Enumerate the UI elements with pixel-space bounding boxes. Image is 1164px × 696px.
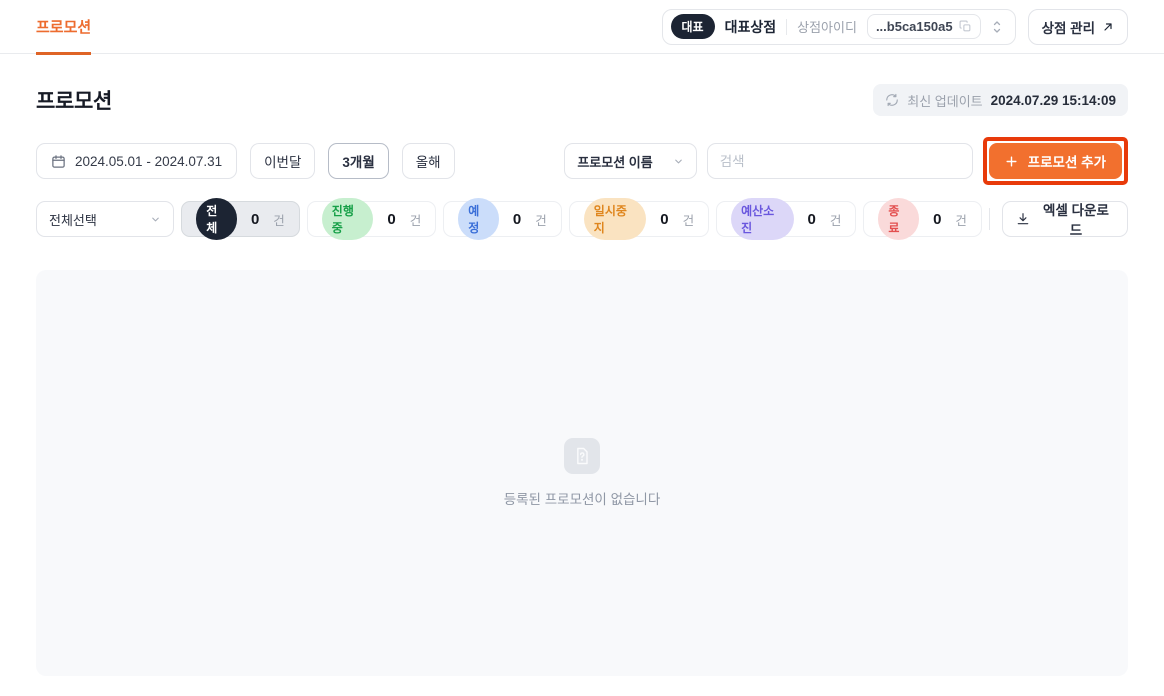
status-card-paused[interactable]: 일시중지 0 건 [569, 201, 709, 237]
search-field-select[interactable]: 프로모션 이름 [564, 143, 696, 179]
store-selector: 대표 대표상점 상점아이디 ...b5ca150a5 [662, 9, 1016, 45]
period-3-months-label: 3개월 [342, 151, 374, 171]
status-badge: 진행중 [322, 198, 374, 240]
calendar-icon [51, 154, 66, 169]
chevron-down-icon [150, 214, 161, 225]
top-navigation-bar: 프로모션 대표 대표상점 상점아이디 ...b5ca150a5 [0, 0, 1164, 54]
divider [786, 19, 787, 35]
promotion-list-empty-panel: 등록된 프로모션이 없습니다 [36, 270, 1128, 676]
status-card-all[interactable]: 전체 0 건 [181, 201, 300, 237]
download-icon [1016, 212, 1030, 226]
status-badge: 예정 [458, 198, 499, 240]
store-manage-button[interactable]: 상점 관리 [1028, 9, 1128, 45]
add-promotion-label: 프로모션 추가 [1028, 151, 1106, 171]
period-this-month-label: 이번달 [264, 151, 301, 171]
date-range-value: 2024.05.01 - 2024.07.31 [75, 154, 222, 169]
store-id-label: 상점아이디 [797, 17, 857, 36]
status-badge: 전체 [196, 198, 237, 240]
status-unit: 건 [683, 210, 695, 229]
status-count: 0 [660, 211, 668, 228]
search-group: 프로모션 이름 프로모션 추가 [564, 137, 1128, 185]
last-update-value: 2024.07.29 15:14:09 [991, 93, 1116, 108]
status-unit: 건 [955, 210, 967, 229]
status-unit: 건 [830, 210, 842, 229]
date-range-picker[interactable]: 2024.05.01 - 2024.07.31 [36, 143, 237, 179]
store-switch-chevrons-icon[interactable] [991, 19, 1003, 35]
add-promotion-highlight-box: 프로모션 추가 [983, 137, 1128, 185]
empty-document-icon [564, 438, 600, 474]
status-count: 0 [387, 211, 395, 228]
status-badge: 일시중지 [584, 198, 646, 240]
select-all-dropdown[interactable]: 전체선택 [36, 201, 174, 237]
copy-icon[interactable] [959, 20, 972, 33]
store-id-pill[interactable]: ...b5ca150a5 [867, 14, 981, 39]
status-card-in-progress[interactable]: 진행중 0 건 [307, 201, 436, 237]
refresh-icon[interactable] [885, 93, 899, 107]
plus-icon [1005, 155, 1018, 168]
status-card-scheduled[interactable]: 예정 0 건 [443, 201, 562, 237]
status-unit: 건 [535, 210, 547, 229]
period-button-this-year[interactable]: 올해 [402, 143, 455, 179]
main-content: 프로모션 최신 업데이트 2024.07.29 15:14:09 2024.05… [0, 54, 1164, 676]
status-badge: 종료 [878, 198, 919, 240]
status-filter-row: 전체선택 전체 0 건 진행중 0 건 예정 0 건 일시중지 0 건 예산소진… [36, 201, 1128, 237]
store-name: 대표상점 [725, 17, 777, 37]
tab-promotion-label: 프로모션 [36, 16, 91, 37]
last-update-label: 최신 업데이트 [907, 91, 982, 110]
status-unit: 건 [410, 210, 422, 229]
topbar-right-group: 대표 대표상점 상점아이디 ...b5ca150a5 상점 관리 [662, 9, 1129, 45]
excel-download-button[interactable]: 엑셀 다운로드 [1002, 201, 1128, 237]
status-count: 0 [513, 211, 521, 228]
search-field-value: 프로모션 이름 [577, 152, 652, 171]
divider [989, 208, 990, 230]
status-badge: 예산소진 [731, 198, 793, 240]
store-type-badge: 대표 [671, 14, 715, 39]
last-update-pill: 최신 업데이트 2024.07.29 15:14:09 [873, 84, 1128, 116]
status-count: 0 [933, 211, 941, 228]
excel-download-label: 엑셀 다운로드 [1038, 199, 1114, 239]
tab-promotion[interactable]: 프로모션 [36, 0, 91, 54]
status-count: 0 [808, 211, 816, 228]
excel-group: 엑셀 다운로드 [989, 201, 1128, 237]
status-card-ended[interactable]: 종료 0 건 [863, 201, 982, 237]
store-id-value: ...b5ca150a5 [876, 19, 953, 34]
page-title: 프로모션 [36, 85, 112, 115]
filter-row-date-search: 2024.05.01 - 2024.07.31 이번달 3개월 올해 프로모션 … [36, 137, 1128, 185]
status-count: 0 [251, 211, 259, 228]
status-unit: 건 [273, 210, 285, 229]
search-input[interactable] [707, 143, 973, 179]
chevron-down-icon [673, 156, 684, 167]
empty-state-message: 등록된 프로모션이 없습니다 [504, 488, 661, 508]
external-link-arrow-icon [1102, 21, 1114, 33]
add-promotion-button[interactable]: 프로모션 추가 [989, 143, 1122, 179]
period-this-year-label: 올해 [416, 151, 441, 171]
store-manage-label: 상점 관리 [1042, 17, 1095, 37]
status-card-budget-exhausted[interactable]: 예산소진 0 건 [716, 201, 856, 237]
select-all-label: 전체선택 [49, 210, 97, 229]
period-button-3-months[interactable]: 3개월 [328, 143, 388, 179]
title-row: 프로모션 최신 업데이트 2024.07.29 15:14:09 [36, 84, 1128, 116]
period-button-this-month[interactable]: 이번달 [250, 143, 315, 179]
